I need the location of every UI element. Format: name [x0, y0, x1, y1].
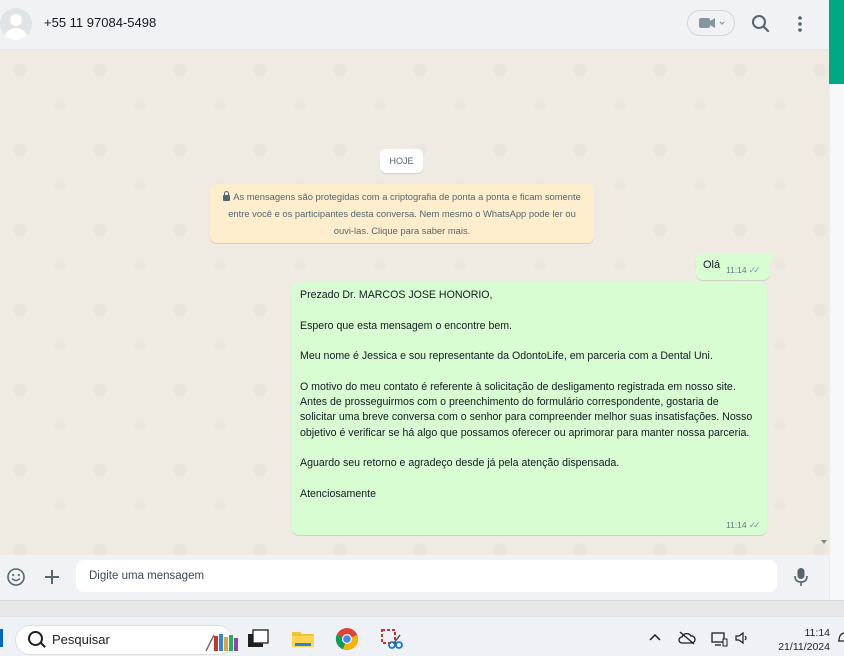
message-text: Prezado Dr. MARCOS JOSE HONORIO, Espero …: [300, 289, 753, 500]
chevron-down-icon: [719, 21, 725, 25]
search-icon: [752, 15, 770, 33]
message-meta: 11:14 ✓✓: [726, 265, 761, 276]
message-text: Olá: [703, 259, 721, 271]
message-composer: Digite uma mensagem: [0, 555, 829, 600]
contact-name[interactable]: +55 11 97084-5498: [44, 15, 156, 30]
notification-bell-icon[interactable]: [838, 631, 844, 645]
task-view-icon[interactable]: [246, 627, 270, 651]
contact-avatar[interactable]: [0, 8, 32, 40]
snipping-tool-icon[interactable]: [380, 627, 404, 651]
plus-icon: [45, 570, 59, 584]
network-icon[interactable]: [710, 631, 728, 647]
double-check-icon: ✓✓: [748, 265, 761, 275]
chat-header: +55 11 97084-5498: [0, 0, 829, 50]
menu-button[interactable]: [790, 13, 810, 35]
message-time: 11:14: [726, 520, 747, 530]
clock-date: 21/11/2024: [778, 641, 830, 653]
search-button[interactable]: [750, 13, 772, 35]
avatar-head: [10, 14, 22, 26]
accent-edge: [829, 0, 844, 84]
encryption-notice-text: As mensagens são protegidas com a cripto…: [228, 191, 581, 236]
chevron-up-icon[interactable]: [648, 631, 662, 645]
message-bubble-outgoing[interactable]: Olá 11:14 ✓✓: [696, 253, 776, 280]
bubble-tail: [770, 253, 776, 261]
taskbar-clock[interactable]: 11:14 21/11/2024: [778, 626, 830, 654]
encryption-notice[interactable]: As mensagens são protegidas com a cripto…: [210, 184, 594, 243]
side-panel-edge: [829, 84, 844, 604]
speaker-icon[interactable]: [734, 631, 750, 645]
scroll-down-arrow-icon[interactable]: [821, 540, 827, 544]
video-camera-icon: [699, 18, 725, 28]
microphone-icon: [794, 568, 808, 586]
file-explorer-icon[interactable]: [291, 627, 315, 651]
message-meta: 11:14 ✓✓: [726, 520, 761, 531]
clock-time: 11:14: [804, 627, 831, 639]
attach-button[interactable]: [42, 567, 62, 587]
emoji-button[interactable]: [6, 567, 26, 587]
windows-taskbar: Pesquisar 11:14 21/11/2024: [0, 616, 844, 656]
taskbar-search[interactable]: Pesquisar: [15, 625, 238, 655]
message-input[interactable]: Digite uma mensagem: [76, 560, 777, 592]
more-vertical-icon: [798, 16, 802, 32]
message-time: 11:14: [726, 265, 747, 275]
emoji-icon: [7, 568, 25, 586]
chat-panel: HOJE As mensagens são protegidas com a c…: [0, 50, 829, 555]
books-widget-icon: [205, 634, 238, 652]
cloud-off-icon[interactable]: [678, 631, 696, 645]
chat-scrollbar[interactable]: [820, 50, 829, 555]
window-bottom-edge: [0, 600, 844, 616]
message-bubble-outgoing[interactable]: Prezado Dr. MARCOS JOSE HONORIO, Espero …: [292, 282, 767, 535]
avatar-body: [4, 28, 28, 40]
search-icon: [28, 631, 43, 646]
double-check-icon: ✓✓: [748, 520, 761, 530]
start-button-edge[interactable]: [0, 629, 3, 647]
taskbar-search-label: Pesquisar: [52, 632, 110, 647]
lock-icon: [223, 191, 231, 201]
chrome-icon[interactable]: [335, 627, 359, 651]
date-chip: HOJE: [380, 149, 423, 173]
voice-message-button[interactable]: [792, 566, 810, 588]
video-call-button[interactable]: [687, 10, 735, 36]
